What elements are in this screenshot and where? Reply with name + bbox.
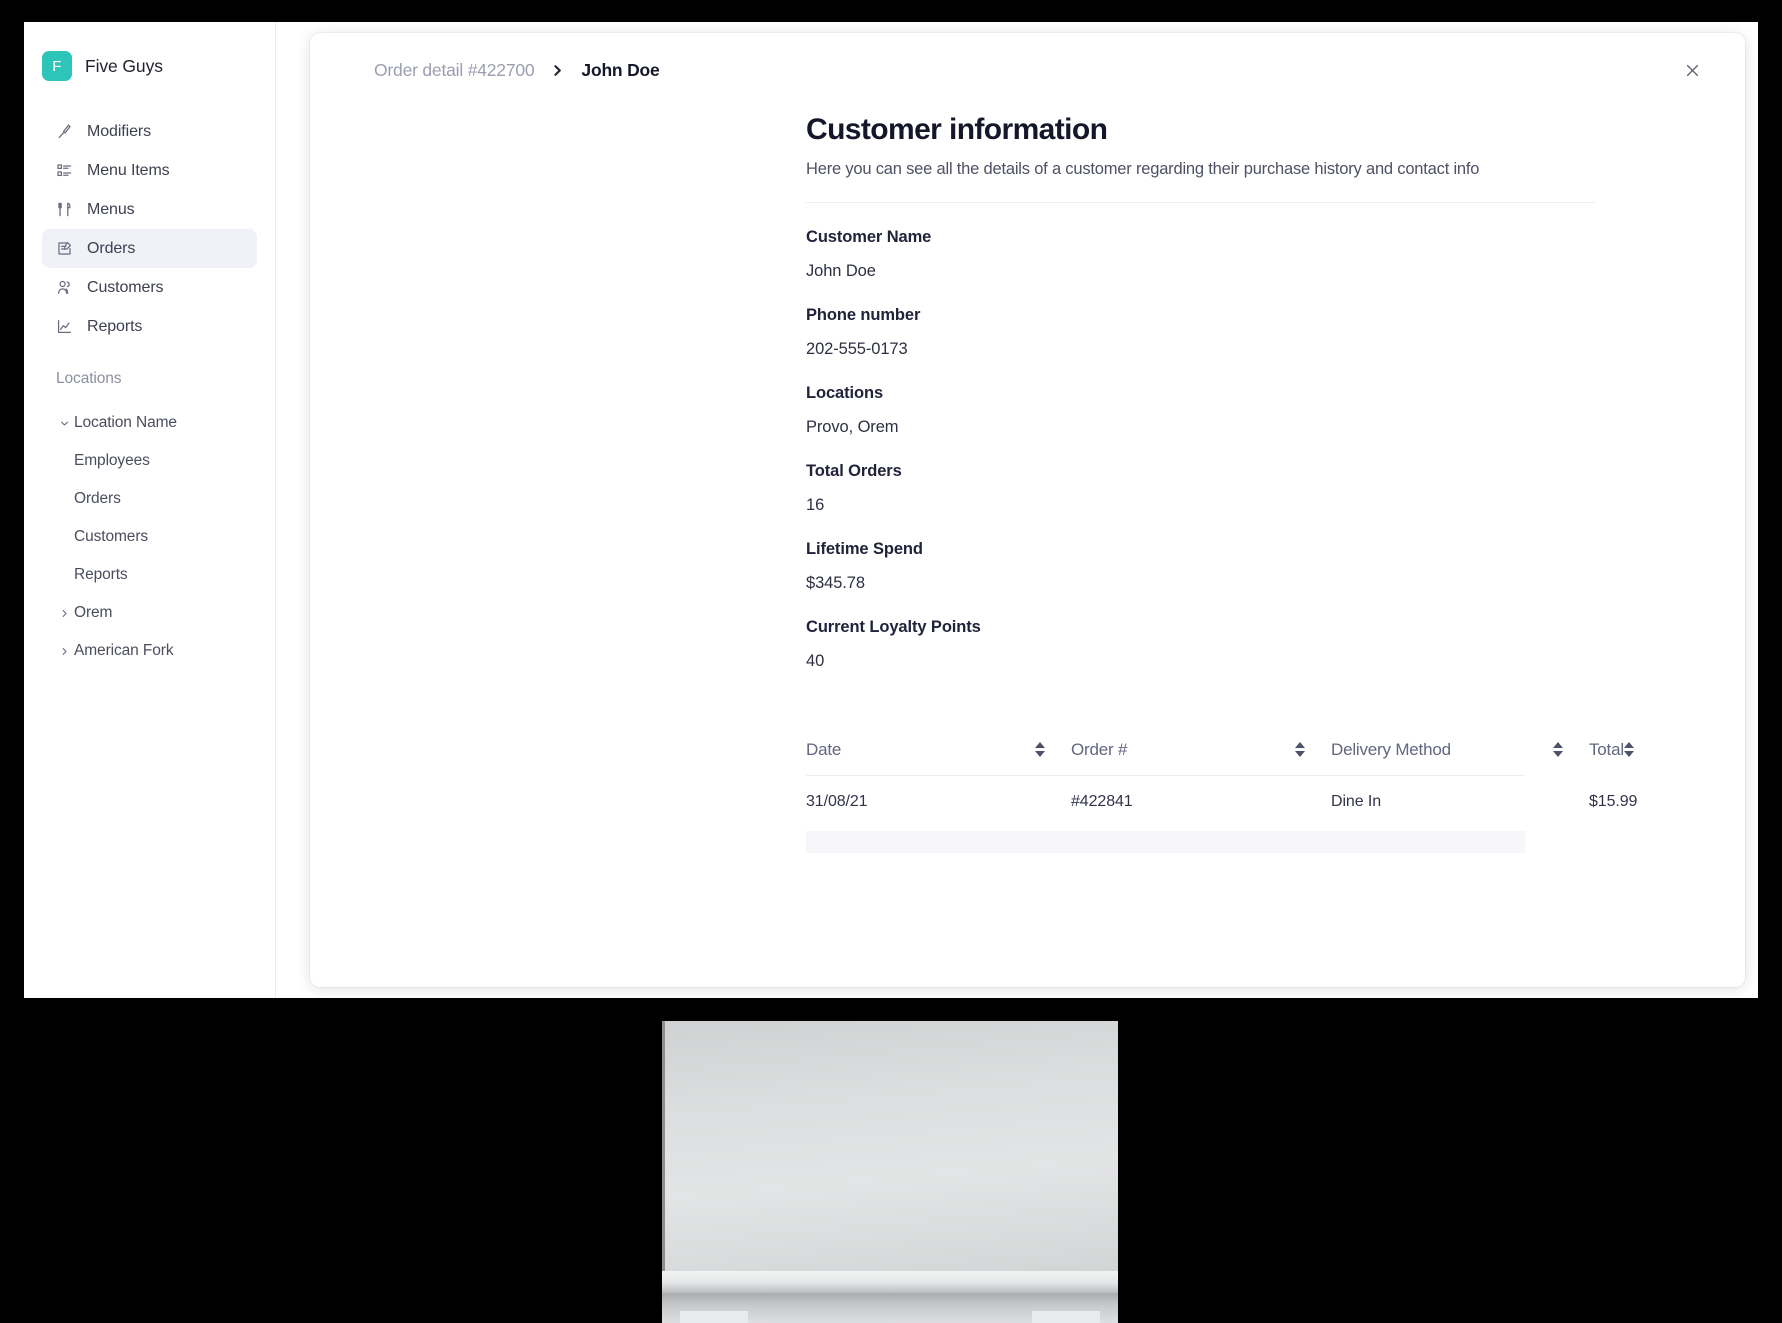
field-label: Phone number bbox=[806, 306, 921, 324]
cell-order-number: #422841 bbox=[1071, 793, 1133, 810]
app-window: F Five Guys Modifiers Menu Items Menus O… bbox=[24, 22, 1758, 998]
table-row-partial bbox=[806, 831, 1525, 853]
photo-shelf bbox=[662, 1271, 1118, 1293]
field-label: Current Loyalty Points bbox=[806, 618, 981, 636]
chart-line-icon bbox=[56, 318, 73, 335]
sidebar-section-locations: Locations bbox=[56, 370, 122, 387]
field-current-loyalty-points: Current Loyalty Points 40 bbox=[806, 618, 1595, 671]
sidebar-location-label: Customers bbox=[74, 528, 149, 545]
sidebar-item-customers[interactable]: Customers bbox=[42, 268, 257, 307]
breadcrumb-separator-icon bbox=[550, 63, 565, 78]
brand[interactable]: F Five Guys bbox=[24, 40, 275, 86]
column-header-delivery-method[interactable]: Delivery Method bbox=[1331, 740, 1589, 760]
sidebar-item-label: Modifiers bbox=[87, 122, 152, 140]
sidebar-location-customers[interactable]: Customers bbox=[42, 518, 257, 556]
brand-logo-icon: F bbox=[42, 51, 72, 81]
field-value: 40 bbox=[806, 652, 825, 670]
sidebar-location-employees[interactable]: Employees bbox=[42, 442, 257, 480]
column-header-label: Delivery Method bbox=[1331, 739, 1451, 759]
primary-nav: Modifiers Menu Items Menus Orders Custom… bbox=[24, 112, 275, 346]
locations-nav: Location Name Employees Orders Customers… bbox=[24, 404, 275, 670]
page-title: Customer information bbox=[806, 113, 1108, 146]
sidebar-location-label: American Fork bbox=[74, 642, 174, 659]
order-document-icon bbox=[56, 240, 73, 257]
sidebar-item-label: Menu Items bbox=[87, 161, 170, 179]
sidebar-location-label: Orem bbox=[74, 604, 113, 621]
table-row[interactable]: 31/08/21 #422841 Dine In $15.99 bbox=[806, 776, 1637, 828]
sort-icon[interactable] bbox=[1035, 742, 1045, 757]
sidebar-location-orders[interactable]: Orders bbox=[42, 480, 257, 518]
sidebar-item-menu-items[interactable]: Menu Items bbox=[42, 151, 257, 190]
column-header-label: Total bbox=[1589, 739, 1624, 759]
sidebar-item-modifiers[interactable]: Modifiers bbox=[42, 112, 257, 151]
field-locations: Locations Provo, Orem bbox=[806, 384, 1595, 437]
sidebar-location-american-fork[interactable]: American Fork bbox=[42, 632, 257, 670]
column-header-total[interactable]: Total bbox=[1589, 740, 1660, 760]
sidebar-item-menus[interactable]: Menus bbox=[42, 190, 257, 229]
sort-icon[interactable] bbox=[1623, 742, 1634, 757]
orders-table: Date Order # Delivery Method Total 31/08… bbox=[310, 724, 1745, 828]
sidebar-location-label: Employees bbox=[74, 452, 150, 469]
sidebar-item-orders[interactable]: Orders bbox=[42, 229, 257, 268]
close-icon[interactable] bbox=[1675, 53, 1709, 87]
chevron-right-icon bbox=[56, 646, 72, 657]
field-customer-name: Customer Name John Doe bbox=[806, 228, 1595, 281]
field-value: 16 bbox=[806, 496, 825, 514]
chevron-right-icon bbox=[56, 608, 72, 619]
cell-date: 31/08/21 bbox=[806, 793, 868, 810]
page-subtitle: Here you can see all the details of a cu… bbox=[806, 160, 1480, 178]
sort-icon[interactable] bbox=[1553, 742, 1563, 757]
field-label: Total Orders bbox=[806, 462, 902, 480]
field-phone-number: Phone number 202-555-0173 bbox=[806, 306, 1595, 359]
column-header-date[interactable]: Date bbox=[806, 740, 1071, 760]
breadcrumb-current: John Doe bbox=[581, 59, 660, 80]
field-label: Lifetime Spend bbox=[806, 540, 923, 558]
customer-info-section: Customer information Here you can see al… bbox=[310, 113, 1745, 671]
field-total-orders: Total Orders 16 bbox=[806, 462, 1595, 515]
sidebar-item-label: Orders bbox=[87, 239, 136, 257]
photo-foot-left bbox=[680, 1311, 748, 1323]
cell-delivery-method: Dine In bbox=[1331, 793, 1381, 810]
column-header-label: Order # bbox=[1071, 739, 1128, 759]
customer-information-modal: Order detail #422700 John Doe Customer i… bbox=[310, 33, 1745, 987]
sidebar-location-reports[interactable]: Reports bbox=[42, 556, 257, 594]
modal-body: Customer information Here you can see al… bbox=[310, 107, 1745, 853]
field-value: 202-555-0173 bbox=[806, 340, 908, 358]
device-photo bbox=[662, 1021, 1118, 1323]
sidebar-location-orem[interactable]: Orem bbox=[42, 594, 257, 632]
brand-name: Five Guys bbox=[85, 55, 163, 76]
column-header-label: Date bbox=[806, 739, 842, 759]
sidebar-location-label: Location Name bbox=[74, 414, 177, 431]
sort-icon[interactable] bbox=[1295, 742, 1305, 757]
people-icon bbox=[56, 279, 73, 296]
column-header-order-number[interactable]: Order # bbox=[1071, 740, 1331, 760]
sidebar: F Five Guys Modifiers Menu Items Menus O… bbox=[24, 22, 276, 998]
field-value: Provo, Orem bbox=[806, 418, 899, 436]
breadcrumb-parent-link[interactable]: Order detail #422700 bbox=[374, 60, 535, 81]
sidebar-location-label: Reports bbox=[74, 566, 128, 583]
field-label: Locations bbox=[806, 384, 884, 402]
sidebar-item-reports[interactable]: Reports bbox=[42, 307, 257, 346]
section-divider bbox=[806, 202, 1595, 203]
sidebar-item-label: Menus bbox=[87, 200, 135, 218]
field-label: Customer Name bbox=[806, 228, 932, 246]
photo-foot-right bbox=[1032, 1311, 1100, 1323]
field-value: $345.78 bbox=[806, 574, 865, 592]
screen: F Five Guys Modifiers Menu Items Menus O… bbox=[0, 0, 1782, 1323]
field-value: John Doe bbox=[806, 262, 876, 280]
chevron-down-icon bbox=[56, 418, 72, 429]
table-header-row: Date Order # Delivery Method Total bbox=[806, 724, 1634, 776]
cell-total: $15.99 bbox=[1589, 793, 1638, 810]
sidebar-item-label: Reports bbox=[87, 317, 143, 335]
sidebar-item-label: Customers bbox=[87, 278, 164, 296]
field-lifetime-spend: Lifetime Spend $345.78 bbox=[806, 540, 1595, 593]
sidebar-location-label: Orders bbox=[74, 490, 121, 507]
sidebar-location-location-name[interactable]: Location Name bbox=[42, 404, 257, 442]
knife-icon bbox=[56, 123, 73, 140]
cutlery-icon bbox=[56, 201, 73, 218]
modal-header: Order detail #422700 John Doe bbox=[310, 33, 1745, 107]
list-icon bbox=[56, 162, 73, 179]
